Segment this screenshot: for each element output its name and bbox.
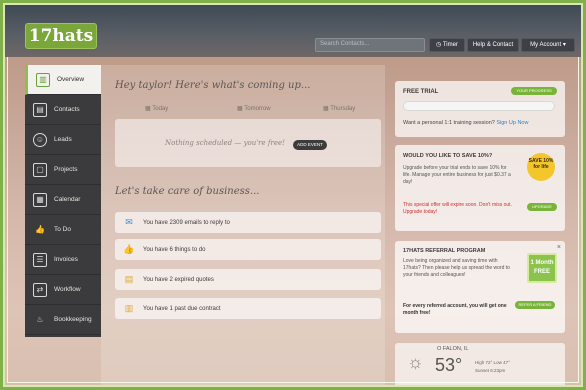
weather-sunset: Sunset 6:23pm (475, 368, 506, 373)
sidebar-item-label: Workflow (54, 286, 81, 293)
trial-title: FREE TRIAL (403, 89, 439, 95)
save-title: WOULD YOU LIKE TO SAVE 10%? (403, 153, 493, 159)
day-tomorrow[interactable]: ▦ Tomorrow (237, 105, 271, 112)
progress-button[interactable]: YOUR PROGRESS (511, 87, 557, 95)
sidebar-item-label: Invoices (54, 256, 78, 263)
day-thursday[interactable]: ▦ Thursday (323, 105, 355, 112)
save-text: Upgrade before your trial ends to save 1… (403, 165, 511, 185)
referral-text: Love being organized and saving time wit… (403, 258, 510, 278)
sidebar-item-label: To Do (54, 226, 71, 233)
timer-button[interactable]: ◷ Timer (429, 38, 465, 52)
chart-icon: ▥ (36, 72, 50, 87)
close-icon[interactable]: × (557, 244, 561, 251)
task-todos[interactable]: 👍 You have 6 things to do (115, 239, 381, 260)
upgrade-button[interactable]: UPGRADE (527, 203, 557, 211)
sidebar-item-label: Bookkeeping (54, 316, 92, 323)
task-contracts[interactable]: ▥ You have 1 past due contract (115, 298, 381, 319)
task-text: You have 1 past due contract (143, 305, 221, 312)
referral-title: 17HATS REFERRAL PROGRAM (403, 248, 486, 254)
my-account-button[interactable]: My Account ▾ (521, 38, 575, 52)
weather-detail: High 72° Low 47° (475, 360, 510, 365)
sidebar-item-label: Projects (54, 166, 78, 173)
trial-progress-bar (403, 101, 555, 111)
task-text: You have 2309 emails to reply to (143, 219, 230, 226)
business-heading: Let's take care of business... (115, 186, 260, 197)
task-text: You have 6 things to do (143, 246, 206, 253)
schedule-empty-text: Nothing scheduled — you're free! (165, 139, 285, 147)
sidebar-item-projects[interactable]: ▢ Projects (25, 155, 101, 185)
gift-badge: 1 Month FREE (527, 253, 557, 283)
save-offer-card: WOULD YOU LIKE TO SAVE 10%? Upgrade befo… (395, 145, 565, 231)
account-label: My Account (530, 42, 562, 48)
sidebar-item-invoices[interactable]: ☰ Invoices (25, 245, 101, 275)
calendar-icon: ▦ (33, 192, 47, 207)
user-icon: ☺ (33, 132, 47, 147)
app-logo[interactable]: 17hats (25, 23, 97, 49)
contacts-icon: ▤ (33, 102, 47, 117)
sidebar-item-contacts[interactable]: ▤ Contacts (25, 95, 101, 125)
contract-icon: ▥ (124, 303, 134, 313)
thumb-icon: 👍 (35, 225, 45, 234)
weather-temp: 53° (435, 355, 463, 375)
sidebar-item-label: Overview (57, 76, 85, 83)
save-badge: SAVE 10% for life (527, 153, 555, 181)
sidebar-item-label: Calendar (54, 196, 81, 203)
top-header: 17hats Search Contacts... ◷ Timer Help &… (5, 5, 581, 57)
task-text: You have 2 expired quotes (143, 276, 214, 283)
screenshot-frame: 17hats Search Contacts... ◷ Timer Help &… (3, 3, 583, 387)
referral-offer: For every referred account, you will get… (403, 303, 507, 316)
task-emails[interactable]: ✉ You have 2309 emails to reply to (115, 212, 381, 233)
add-event-button[interactable]: ADD EVENT (293, 140, 327, 150)
day-label: Today (152, 106, 169, 112)
sidebar-item-workflow[interactable]: ⇄ Workflow (25, 275, 101, 305)
email-icon: ✉ (125, 217, 133, 227)
free-trial-card: FREE TRIAL YOUR PROGRESS Want a personal… (395, 81, 565, 137)
help-contact-button[interactable]: Help & Contact (467, 38, 519, 52)
sidebar-item-overview[interactable]: ▥ Overview (25, 65, 101, 95)
invoice-icon: ☰ (33, 252, 47, 267)
day-label: Thursday (330, 106, 356, 112)
project-icon: ▢ (33, 162, 47, 177)
workflow-icon: ⇄ (33, 282, 47, 297)
sidebar-item-label: Leads (54, 136, 72, 143)
sign-up-link[interactable]: Sign Up Now (496, 120, 528, 126)
sidebar-item-leads[interactable]: ☺ Leads (25, 125, 101, 155)
weather-city: O FALON, IL (437, 346, 469, 352)
sidebar-item-label: Contacts (54, 106, 80, 113)
refer-friend-button[interactable]: REFER A FRIEND (515, 301, 555, 309)
greeting-heading: Hey taylor! Here's what's coming up... (115, 80, 311, 91)
quote-icon: ▤ (124, 274, 134, 284)
day-today[interactable]: ▦ Today (145, 105, 168, 112)
timer-label: Timer (442, 42, 458, 48)
sidebar-item-todo[interactable]: 👍 To Do (25, 215, 101, 245)
sidebar: ▥ Overview ▤ Contacts ☺ Leads ▢ Projects ▦ Ca… (25, 65, 101, 337)
training-label: Want a personal 1:1 training session? (403, 120, 495, 126)
search-input[interactable]: Search Contacts... (315, 38, 425, 52)
weather-widget: ☼ O FALON, IL 53° High 72° Low 47° Sunse… (395, 343, 565, 385)
chevron-down-icon: ▾ (562, 42, 566, 48)
sidebar-item-calendar[interactable]: ▦ Calendar (25, 185, 101, 215)
day-label: Tomorrow (244, 106, 271, 112)
sun-icon: ☼ (407, 352, 424, 372)
task-quotes[interactable]: ▤ You have 2 expired quotes (115, 269, 381, 290)
thumb-icon: 👍 (123, 244, 135, 254)
sidebar-item-bookkeeping[interactable]: ♨ Bookkeeping (25, 305, 101, 335)
training-text: Want a personal 1:1 training session? Si… (403, 120, 528, 126)
referral-card: × 17HATS REFERRAL PROGRAM Love being org… (395, 241, 565, 333)
offer-warning: This special offer will expire soon. Don… (403, 202, 512, 215)
piggy-icon: ♨ (36, 315, 44, 324)
